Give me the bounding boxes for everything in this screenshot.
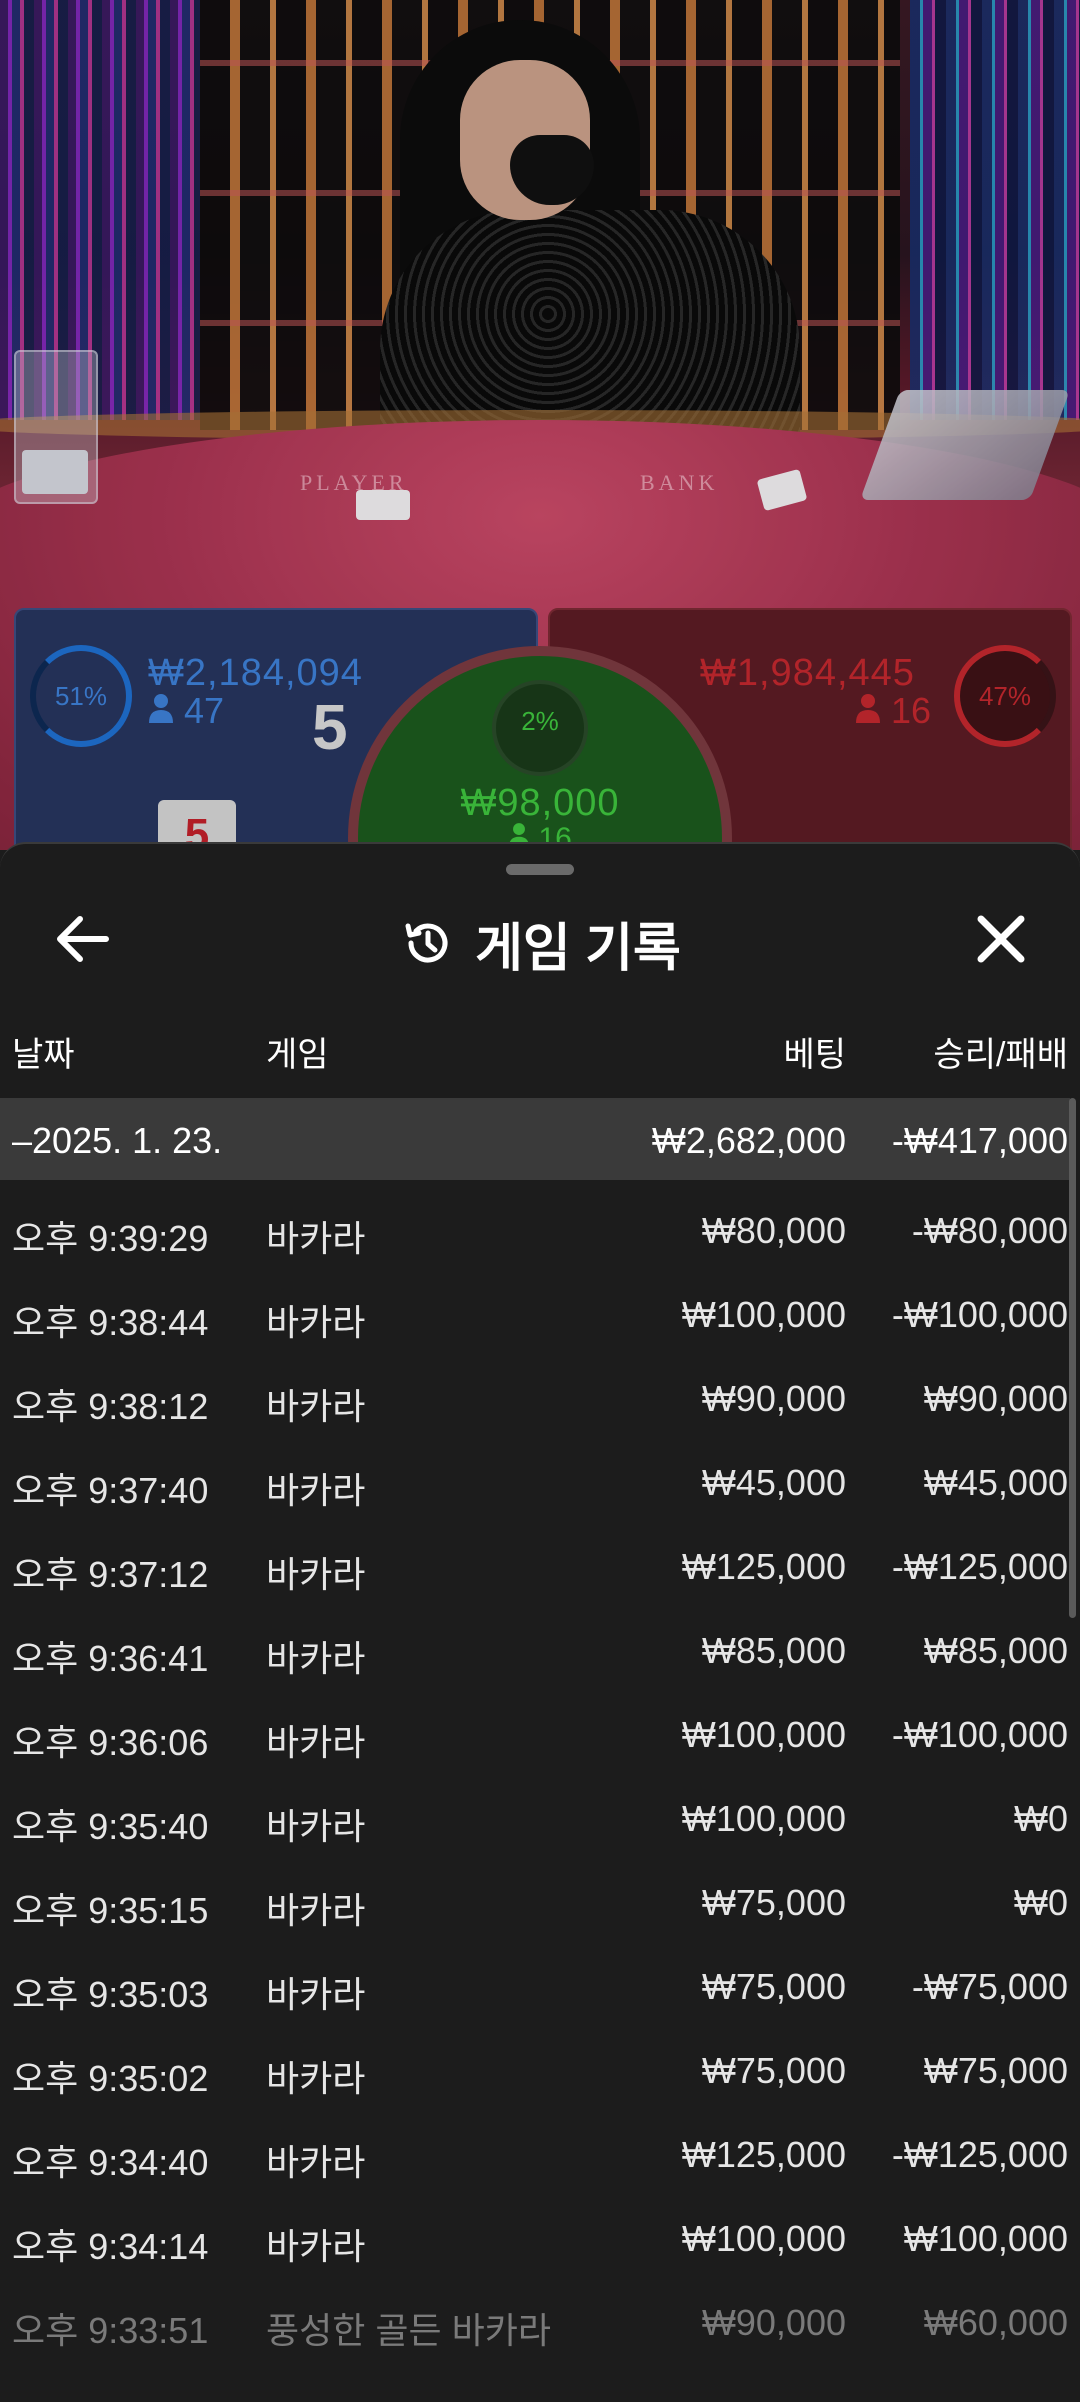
game-history-sheet: 게임 기록 날짜 게임 베팅 승리/패배 –2025. 1. 23. ₩2,68… [0,842,1080,2402]
close-icon [977,915,1025,963]
sheet-drag-handle[interactable] [506,864,574,875]
row-bet: ₩100,000 [681,2218,846,2259]
row-result: -₩75,000 [911,1966,1068,2007]
row-time: 오후 9:35:03 [12,1974,209,2015]
column-header-bet: 베팅 [783,1036,846,1074]
row-bet: ₩90,000 [701,2302,846,2343]
row-time: 오후 9:39:29 [12,1218,209,1259]
row-bet: ₩100,000 [681,1798,846,1839]
close-button[interactable] [966,904,1036,974]
history-row[interactable]: 오후 9:35:02 바카라 ₩75,000 ₩75,000 [0,2020,1080,2104]
history-row[interactable]: 오후 9:38:44 바카라 ₩100,000 -₩100,000 [0,1264,1080,1348]
row-result: ₩45,000 [923,1462,1068,1503]
row-bet: ₩90,000 [701,1378,846,1419]
history-table-header: 날짜 게임 베팅 승리/패배 [0,1027,1080,1077]
row-bet: ₩75,000 [701,2050,846,2091]
row-result: -₩100,000 [891,1294,1068,1335]
row-time: 오후 9:37:12 [12,1554,209,1595]
row-time: 오후 9:36:41 [12,1638,209,1679]
row-result: -₩100,000 [891,1714,1068,1755]
column-header-game: 게임 [266,1036,329,1074]
history-row[interactable]: 오후 9:34:40 바카라 ₩125,000 -₩125,000 [0,2104,1080,2188]
row-time: 오후 9:35:15 [12,1890,209,1931]
row-bet: ₩80,000 [701,1210,846,1251]
history-icon [405,923,448,963]
row-game: 바카라 [266,2058,366,2099]
row-game: 바카라 [266,1974,366,2015]
live-video-stream: PLAYER BANK 51% ₩2,184,094 47 5 5 ₩1,984… [0,0,1080,850]
row-bet: ₩45,000 [701,1462,846,1503]
row-result: -₩125,000 [891,1546,1068,1587]
row-time: 오후 9:33:51 [12,2310,209,2351]
row-time: 오후 9:38:12 [12,1386,209,1427]
row-result: ₩100,000 [903,2218,1068,2259]
row-time: 오후 9:35:40 [12,1806,209,1847]
history-row[interactable]: 오후 9:39:29 바카라 ₩80,000 -₩80,000 [0,1180,1080,1264]
row-result: -₩125,000 [891,2134,1068,2175]
summary-date: –2025. 1. 23. [12,1120,223,1161]
date-group-summary-row[interactable]: –2025. 1. 23. ₩2,682,000 -₩417,000 [0,1098,1070,1180]
row-time: 오후 9:38:44 [12,1302,209,1343]
row-result: ₩0 [1014,1798,1068,1839]
row-game: 바카라 [266,1890,366,1931]
row-game: 바카라 [266,2142,366,2183]
row-result: ₩75,000 [923,2050,1068,2091]
history-row[interactable]: 오후 9:38:12 바카라 ₩90,000 ₩90,000 [0,1348,1080,1432]
row-time: 오후 9:36:06 [12,1722,209,1763]
row-result: -₩80,000 [911,1210,1068,1251]
row-game: 바카라 [266,1638,366,1679]
row-bet: ₩100,000 [681,1294,846,1335]
sheet-title: 게임 기록 [475,919,681,978]
history-row[interactable]: 오후 9:35:03 바카라 ₩75,000 -₩75,000 [0,1936,1080,2020]
summary-bet-total: ₩2,682,000 [651,1120,846,1161]
history-row[interactable]: 오후 9:36:41 바카라 ₩85,000 ₩85,000 [0,1600,1080,1684]
history-row[interactable]: 오후 9:35:15 바카라 ₩75,000 ₩0 [0,1852,1080,1936]
row-result: ₩90,000 [923,1378,1068,1419]
row-time: 오후 9:34:40 [12,2142,209,2183]
row-bet: ₩75,000 [701,1966,846,2007]
row-bet: ₩125,000 [681,2134,846,2175]
history-row[interactable]: 오후 9:35:40 바카라 ₩100,000 ₩0 [0,1768,1080,1852]
summary-result-total: -₩417,000 [891,1120,1068,1161]
row-bet: ₩85,000 [701,1630,846,1671]
row-game: 바카라 [266,1722,366,1763]
row-time: 오후 9:35:02 [12,2058,209,2099]
scrollbar[interactable] [1069,1098,1076,1618]
history-row[interactable]: 오후 9:34:14 바카라 ₩100,000 ₩100,000 [0,2188,1080,2272]
row-result: ₩0 [1014,1882,1068,1923]
row-game: 바카라 [266,1218,366,1259]
row-time: 오후 9:37:40 [12,1470,209,1511]
row-bet: ₩100,000 [681,1714,846,1755]
row-game: 바카라 [266,1554,366,1595]
row-game: 바카라 [266,1806,366,1847]
row-result: ₩60,000 [923,2302,1068,2343]
column-header-result: 승리/패배 [933,1036,1068,1074]
history-row[interactable]: 오후 9:37:12 바카라 ₩125,000 -₩125,000 [0,1516,1080,1600]
sheet-header: 게임 기록 [0,908,1080,978]
row-game: 바카라 [266,1470,366,1511]
column-header-date: 날짜 [12,1036,75,1074]
row-game: 바카라 [266,1302,366,1343]
row-bet: ₩75,000 [701,1882,846,1923]
history-row[interactable]: 오후 9:36:06 바카라 ₩100,000 -₩100,000 [0,1684,1080,1768]
history-list: 오후 9:39:29 바카라 ₩80,000 -₩80,000 오후 9:38:44 바카… [0,1180,1080,2356]
row-result: ₩85,000 [923,1630,1068,1671]
row-time: 오후 9:34:14 [12,2226,209,2267]
row-game: 바카라 [266,2226,366,2267]
row-game: 풍성한 골든 바카라 [266,2310,551,2351]
history-row[interactable]: 오후 9:37:40 바카라 ₩45,000 ₩45,000 [0,1432,1080,1516]
row-game: 바카라 [266,1386,366,1427]
row-bet: ₩125,000 [681,1546,846,1587]
history-row[interactable]: 오후 9:33:51 풍성한 골든 바카라 ₩90,000 ₩60,000 [0,2272,1080,2356]
overlay-dim [0,0,1080,850]
